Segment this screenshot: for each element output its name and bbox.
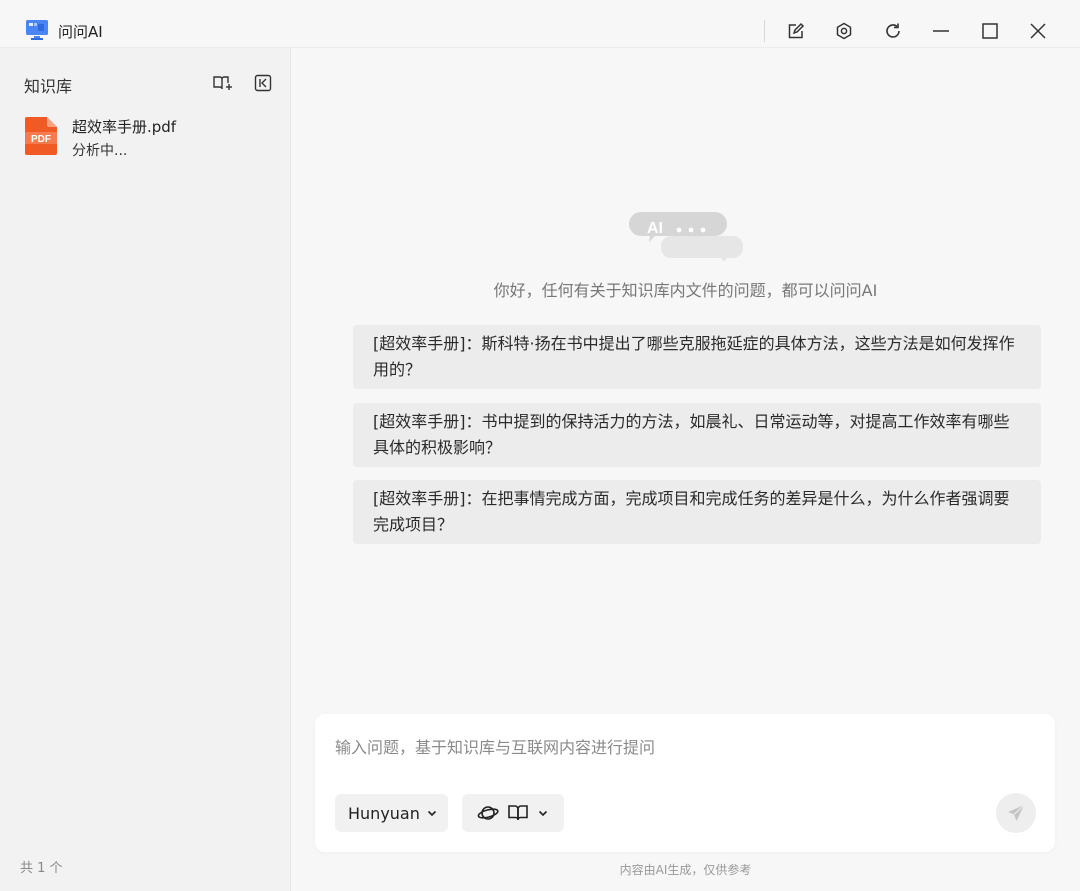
source-select[interactable] <box>462 794 564 832</box>
ai-chat-logo-icon: AI <box>629 212 743 262</box>
file-name: 超效率手册.pdf <box>72 118 177 136</box>
collapse-icon <box>254 74 272 92</box>
pdf-badge-label: PDF <box>31 134 51 145</box>
send-icon <box>1008 804 1025 821</box>
app-logo-icon <box>26 20 48 40</box>
book-add-icon <box>213 76 232 90</box>
gear-icon <box>836 22 852 40</box>
planet-icon <box>477 806 499 820</box>
question-input[interactable]: 输入问题，基于知识库与互联网内容进行提问 <box>335 734 1015 758</box>
add-file-button[interactable] <box>212 72 234 94</box>
close-icon <box>1030 23 1046 39</box>
minimize-button[interactable] <box>928 18 954 44</box>
send-button[interactable] <box>996 793 1036 833</box>
refresh-icon <box>886 23 900 38</box>
new-chat-button[interactable] <box>783 18 809 44</box>
greeting-text: 你好，任何有关于知识库内文件的问题，都可以问问AI <box>493 281 878 300</box>
file-status: 分析中... <box>72 143 128 159</box>
minimize-icon <box>933 30 949 32</box>
app-title: 问问AI <box>58 23 103 41</box>
chevron-down-icon <box>538 810 548 817</box>
close-button[interactable] <box>1025 18 1051 44</box>
file-count: 共 1 个 <box>20 861 63 876</box>
settings-button[interactable] <box>831 18 857 44</box>
title-bar: 问问AI <box>0 0 1080 48</box>
model-select-label: Hunyuan <box>348 803 420 823</box>
file-item[interactable]: PDF 超效率手册.pdf 分析中... <box>0 108 290 168</box>
suggested-question[interactable]: [超效率手册]：在把事情完成方面，完成项目和完成任务的差异是什么，为什么作者强调… <box>353 480 1041 544</box>
suggested-question[interactable]: [超效率手册]：斯科特·扬在书中提出了哪些克服拖延症的具体方法，这些方法是如何发… <box>353 325 1041 389</box>
new-chat-icon <box>788 22 805 39</box>
ai-logo-label: AI <box>647 220 663 237</box>
composer: 输入问题，基于知识库与互联网内容进行提问 Hunyuan <box>315 714 1055 852</box>
suggested-question[interactable]: [超效率手册]：书中提到的保持活力的方法，如晨礼、日常运动等，对提高工作效率有哪… <box>353 403 1041 467</box>
chat-area: AI 你好，任何有关于知识库内文件的问题，都可以问问AI [超效率手册]：斯科特… <box>291 48 1080 891</box>
model-select[interactable]: Hunyuan <box>335 794 448 832</box>
ai-disclaimer: 内容由AI生成，仅供参考 <box>619 863 752 877</box>
pdf-icon: PDF <box>25 117 57 155</box>
toolbar-divider <box>764 20 765 42</box>
book-icon <box>508 805 528 821</box>
collapse-sidebar-button[interactable] <box>252 72 274 94</box>
knowledge-base-sidebar: 知识库 PDF 超效率手册.pdf 分析中... 共 1 个 <box>0 48 291 891</box>
knowledge-base-title: 知识库 <box>24 77 73 96</box>
chevron-down-icon <box>426 807 438 819</box>
maximize-button[interactable] <box>977 18 1003 44</box>
maximize-icon <box>982 23 998 39</box>
refresh-button[interactable] <box>880 18 906 44</box>
